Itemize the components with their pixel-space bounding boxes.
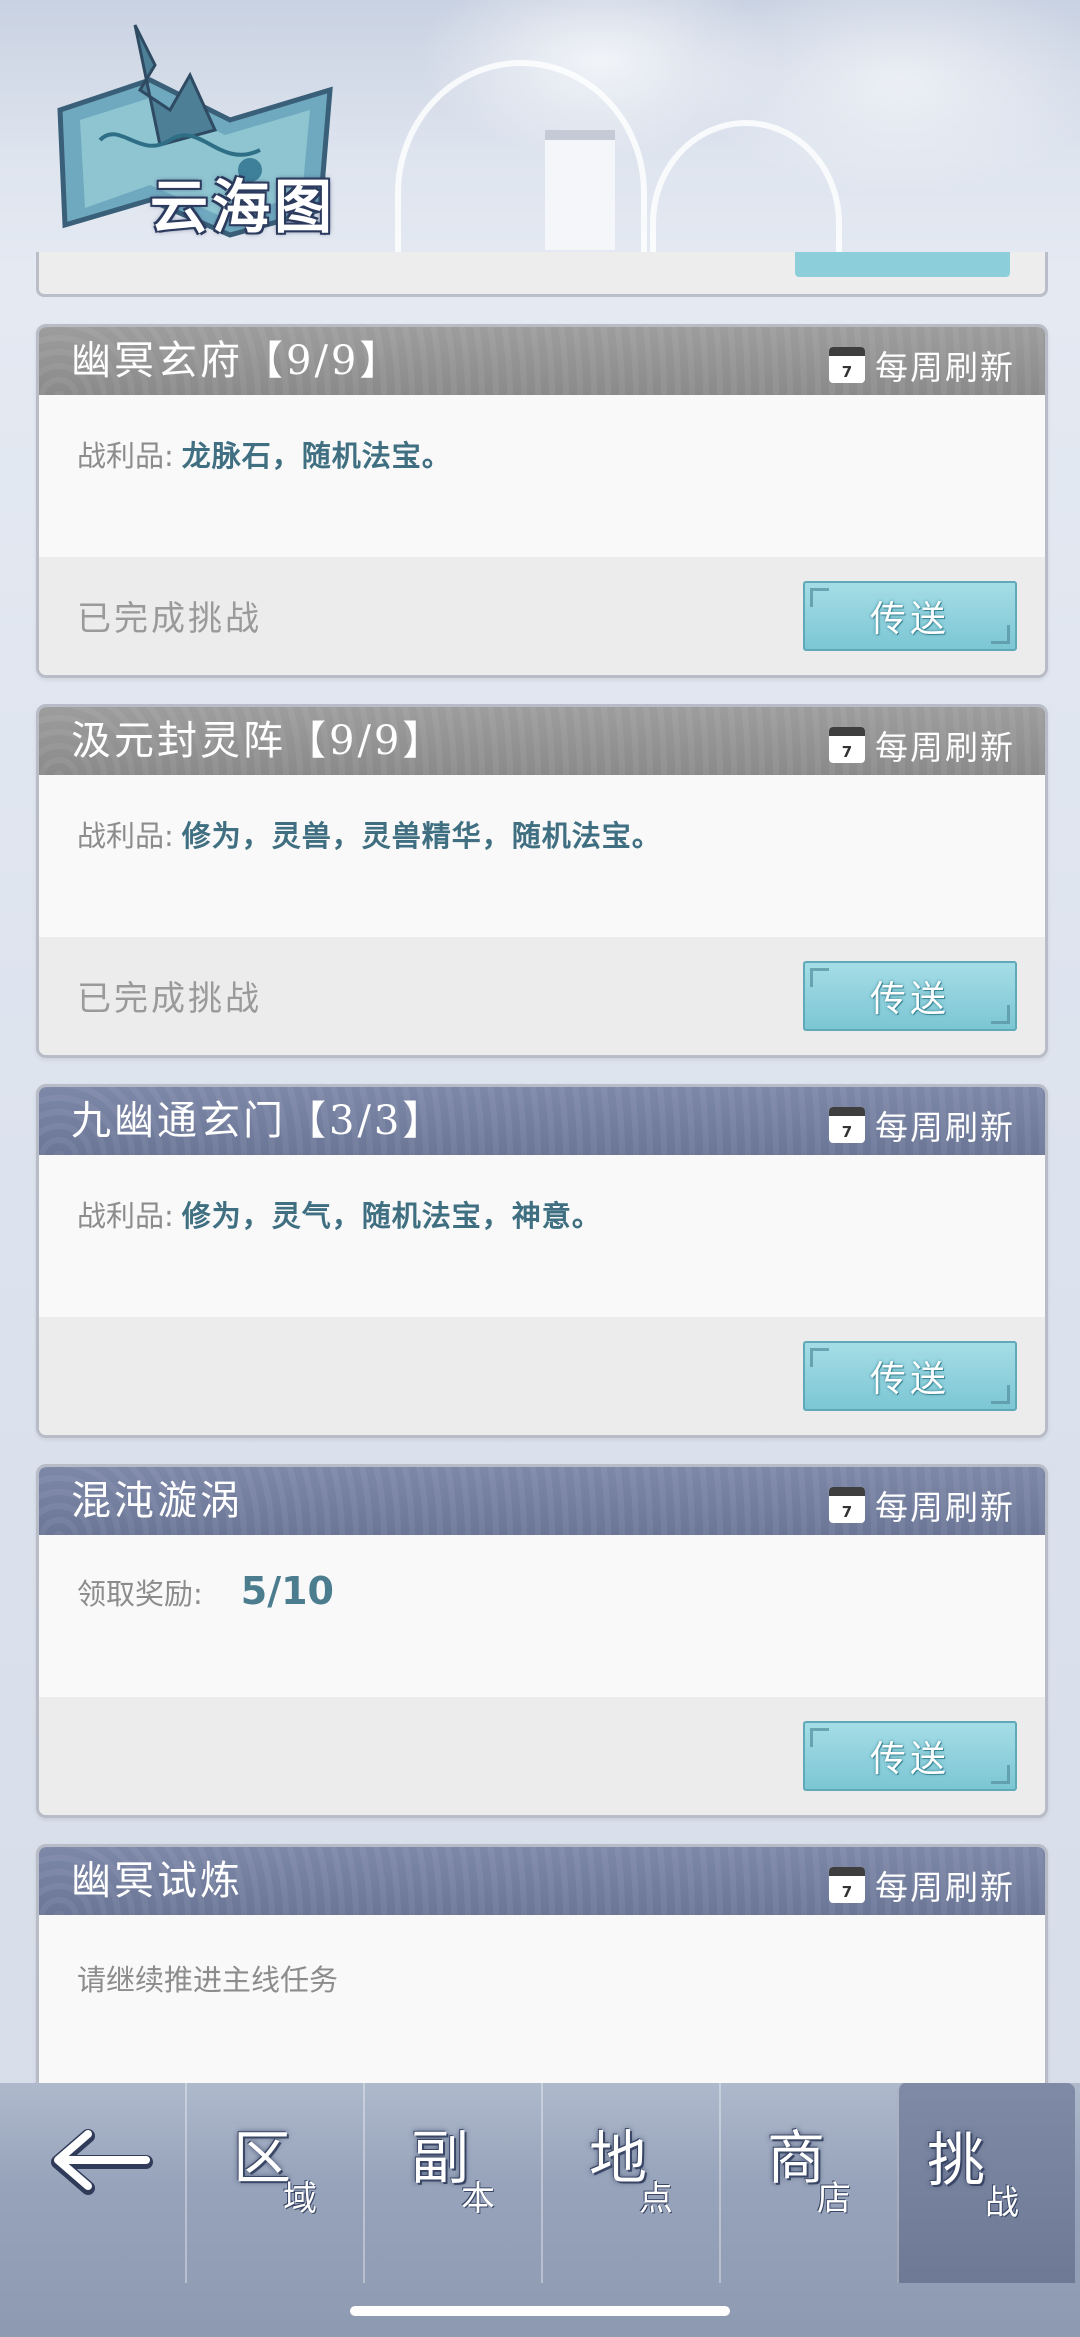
refresh-info: 7 每周刷新 xyxy=(829,721,1015,769)
hint-text: 请继续推进主线任务 xyxy=(77,1963,339,1997)
card-title: 汲元封灵阵【9/9】 xyxy=(71,718,446,764)
calendar-icon: 7 xyxy=(829,1487,865,1523)
card-header: 混沌漩涡 7 每周刷新 xyxy=(39,1467,1045,1535)
calendar-icon: 7 xyxy=(829,347,865,383)
card-footer: 已完成挑战 传送 xyxy=(39,937,1045,1055)
loot-value: 修为，灵气，随机法宝，神意。 xyxy=(181,1199,602,1233)
card-footer: 传送 xyxy=(39,1697,1045,1815)
calendar-icon: 7 xyxy=(829,1107,865,1143)
card-body: 战利品: 修为，灵气，随机法宝，神意。 xyxy=(39,1155,1045,1317)
loot-value: 龙脉石，随机法宝。 xyxy=(181,439,452,473)
reward-line: 领取奖励: 5/10 xyxy=(77,1569,334,1613)
hint-line: 请继续推进主线任务 xyxy=(77,1957,338,1999)
teleport-button[interactable]: 传送 xyxy=(803,1721,1017,1791)
refresh-info: 7 每周刷新 xyxy=(829,1481,1015,1529)
card-footer: 传送 xyxy=(39,1317,1045,1435)
challenge-card-youming-xuanfu: 幽冥玄府【9/9】 7 每周刷新 战利品: 龙脉石，随机法宝。 已完成挑战 传送 xyxy=(36,324,1048,678)
loot-line: 战利品: 修为，灵兽，灵兽精华，随机法宝。 xyxy=(77,813,662,855)
teleport-button[interactable]: 传送 xyxy=(803,1341,1017,1411)
decor-pavilion xyxy=(545,130,615,250)
card-header: 汲元封灵阵【9/9】 7 每周刷新 xyxy=(39,707,1045,775)
nav-tab-sublabel: 店 xyxy=(817,2179,851,2219)
home-indicator[interactable] xyxy=(350,2306,730,2316)
card-header: 九幽通玄门【3/3】 7 每周刷新 xyxy=(39,1087,1045,1155)
loot-line: 战利品: 龙脉石，随机法宝。 xyxy=(77,433,452,475)
back-arrow-icon[interactable] xyxy=(46,2120,156,2200)
challenge-card-jiyuan-fengling: 汲元封灵阵【9/9】 7 每周刷新 战利品: 修为，灵兽，灵兽精华，随机法宝。 … xyxy=(36,704,1048,1058)
decor-arch xyxy=(650,120,842,270)
refresh-label: 每周刷新 xyxy=(875,1108,1015,1147)
status-text: 已完成挑战 xyxy=(77,979,262,1019)
status-text: 已完成挑战 xyxy=(77,599,262,639)
nav-tab-shop[interactable]: 商 店 xyxy=(719,2083,899,2283)
card-body: 请继续推进主线任务 xyxy=(39,1915,1045,2107)
loot-line: 战利品: 修为，灵气，随机法宝，神意。 xyxy=(77,1193,602,1235)
calendar-icon: 7 xyxy=(829,727,865,763)
refresh-label: 每周刷新 xyxy=(875,348,1015,387)
card-body: 战利品: 龙脉石，随机法宝。 xyxy=(39,395,1045,557)
loot-label: 战利品: xyxy=(77,819,174,853)
nav-tab-sublabel: 域 xyxy=(283,2179,317,2219)
refresh-label: 每周刷新 xyxy=(875,1868,1015,1907)
card-body: 领取奖励: 5/10 xyxy=(39,1535,1045,1697)
loot-label: 战利品: xyxy=(77,1199,174,1233)
refresh-label: 每周刷新 xyxy=(875,728,1015,767)
loot-value: 修为，灵兽，灵兽精华，随机法宝。 xyxy=(181,819,662,853)
bottom-nav: 区 域 副 本 地 点 商 店 挑 战 xyxy=(0,2083,1080,2337)
reward-count: 5/10 xyxy=(240,1569,334,1613)
card-header: 幽冥玄府【9/9】 7 每周刷新 xyxy=(39,327,1045,395)
card-footer: 已完成挑战 传送 xyxy=(39,557,1045,675)
nav-tab-sublabel: 本 xyxy=(461,2179,495,2219)
refresh-info: 7 每周刷新 xyxy=(829,1101,1015,1149)
loot-label: 战利品: xyxy=(77,439,174,473)
partial-teleport-button[interactable] xyxy=(795,252,1010,277)
nav-tab-location[interactable]: 地 点 xyxy=(541,2083,721,2283)
reward-label: 领取奖励: xyxy=(77,1577,203,1611)
nav-tab-sublabel: 战 xyxy=(985,2183,1019,2223)
refresh-info: 7 每周刷新 xyxy=(829,1861,1015,1909)
nav-tab-label: 挑 xyxy=(927,2126,986,2194)
card-title: 九幽通玄门【3/3】 xyxy=(71,1098,446,1144)
card-body: 战利品: 修为，灵兽，灵兽精华，随机法宝。 xyxy=(39,775,1045,937)
card-header: 幽冥试炼 7 每周刷新 xyxy=(39,1847,1045,1915)
refresh-label: 每周刷新 xyxy=(875,1488,1015,1527)
nav-tab-challenge[interactable]: 挑 战 xyxy=(897,2083,1075,2283)
nav-tab-sublabel: 点 xyxy=(639,2179,673,2219)
calendar-icon: 7 xyxy=(829,1867,865,1903)
card-title: 幽冥玄府【9/9】 xyxy=(71,338,403,384)
page-title: 云海图 xyxy=(150,173,337,241)
teleport-button[interactable]: 传送 xyxy=(803,581,1017,651)
challenge-card-jiuyou-tongxuan: 九幽通玄门【3/3】 7 每周刷新 战利品: 修为，灵气，随机法宝，神意。 传送 xyxy=(36,1084,1048,1438)
card-title: 幽冥试炼 xyxy=(71,1858,243,1904)
card-title: 混沌漩涡 xyxy=(71,1478,243,1524)
nav-tab-region[interactable]: 区 域 xyxy=(185,2083,365,2283)
challenge-card-hundun-xuanwo: 混沌漩涡 7 每周刷新 领取奖励: 5/10 传送 xyxy=(36,1464,1048,1818)
refresh-info: 7 每周刷新 xyxy=(829,341,1015,389)
teleport-button[interactable]: 传送 xyxy=(803,961,1017,1031)
nav-tab-dungeon[interactable]: 副 本 xyxy=(363,2083,543,2283)
challenge-card-youming-shilian: 幽冥试炼 7 每周刷新 请继续推进主线任务 xyxy=(36,1844,1048,2110)
